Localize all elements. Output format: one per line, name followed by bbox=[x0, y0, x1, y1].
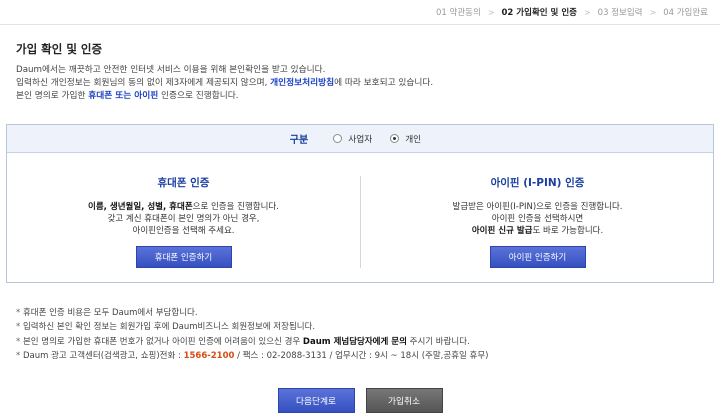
ipin-auth-panel: 아이핀 (I-PIN) 인증 발급받은 아이핀(I-PIN)으로 인증을 진행합… bbox=[361, 153, 714, 282]
step-separator-icon: > bbox=[487, 7, 495, 17]
cancel-signup-button[interactable]: 가입취소 bbox=[365, 388, 443, 413]
ipin-auth-button[interactable]: 아이핀 인증하기 bbox=[489, 246, 586, 268]
member-type-selector: 구분 사업자 개인 bbox=[7, 125, 713, 153]
step-indicator: 01 약관동의 > 02 가입확인 및 인증 > 03 정보입력 > 04 가입… bbox=[434, 6, 710, 19]
ipin-auth-title: 아이핀 (I-PIN) 인증 bbox=[490, 177, 585, 189]
phone-auth-panel: 휴대폰 인증 이름, 생년월일, 성별, 휴대폰으로 인증을 진행합니다. 갖고… bbox=[7, 153, 360, 282]
step-separator-icon: > bbox=[649, 7, 657, 17]
intro-line: 본인 명의로 가입한 휴대폰 또는 아이핀 인증으로 진행합니다. bbox=[16, 91, 239, 101]
radio-checked-icon[interactable] bbox=[390, 134, 400, 143]
radio-individual[interactable]: 개인 bbox=[390, 132, 421, 145]
step-separator-icon: > bbox=[583, 7, 591, 17]
support-phone-number: 1566-2100 bbox=[183, 350, 235, 361]
list-item: 휴대폰 인증 비용은 모두 Daum에서 부담합니다. bbox=[16, 306, 489, 320]
intro-line: Daum에서는 깨끗하고 안전한 인터넷 서비스 이용을 위해 본인확인을 받고… bbox=[16, 65, 326, 75]
auth-method-highlight: 휴대폰 또는 아이핀 bbox=[88, 91, 159, 101]
step-2-current: 02 가입확인 및 인증 bbox=[501, 8, 577, 18]
notice-list: 휴대폰 인증 비용은 모두 Daum에서 부담합니다. 입력하신 본인 확인 정… bbox=[16, 306, 489, 363]
footer-actions: 다음단계로 가입취소 bbox=[0, 388, 720, 413]
phone-auth-title: 휴대폰 인증 bbox=[157, 177, 210, 189]
list-item: 본인 명의로 가입한 휴대폰 번호가 없거나 아이핀 인증에 어려움이 있으신 … bbox=[16, 335, 489, 349]
divider bbox=[0, 24, 720, 25]
step-4: 04 가입완료 bbox=[663, 8, 708, 18]
step-1: 01 약관동의 bbox=[436, 8, 481, 18]
next-step-button[interactable]: 다음단계로 bbox=[277, 388, 355, 413]
list-item: Daum 광고 고객센터(검색광고, 쇼핑)전화 : 1566-2100 / 팩… bbox=[16, 349, 489, 363]
contact-manager-text: Daum 제넘담당자에게 문의 bbox=[302, 336, 407, 347]
privacy-policy-link[interactable]: 개인정보처리방침 bbox=[270, 78, 334, 88]
radio-business[interactable]: 사업자 bbox=[333, 132, 372, 145]
step-3: 03 정보입력 bbox=[597, 8, 643, 18]
intro-text: Daum에서는 깨끗하고 안전한 인터넷 서비스 이용을 위해 본인확인을 받고… bbox=[16, 64, 433, 103]
phone-auth-button[interactable]: 휴대폰 인증하기 bbox=[135, 246, 232, 268]
member-type-label: 구분 bbox=[289, 135, 309, 146]
page-title: 가입 확인 및 인증 bbox=[16, 42, 103, 56]
ipin-auth-description: 발급받은 아이핀(I-PIN)으로 인증을 진행합니다. 아이핀 인증을 선택하… bbox=[452, 202, 623, 236]
list-item: 입력하신 본인 확인 정보는 회원가입 후에 Daum비즈니스 회원정보에 저장… bbox=[16, 320, 489, 334]
intro-line: 입력하신 개인정보는 회원님의 동의 없이 제3자에게 제공되지 않으며, 개인… bbox=[16, 78, 434, 88]
phone-auth-description: 이름, 생년월일, 성별, 휴대폰으로 인증을 진행합니다. 갖고 계신 휴대폰… bbox=[88, 202, 279, 236]
radio-unchecked-icon[interactable] bbox=[333, 134, 343, 143]
auth-box: 구분 사업자 개인 휴대폰 인증 이름, 생년월일, 성별, 휴대폰으로 인증을… bbox=[6, 124, 714, 283]
